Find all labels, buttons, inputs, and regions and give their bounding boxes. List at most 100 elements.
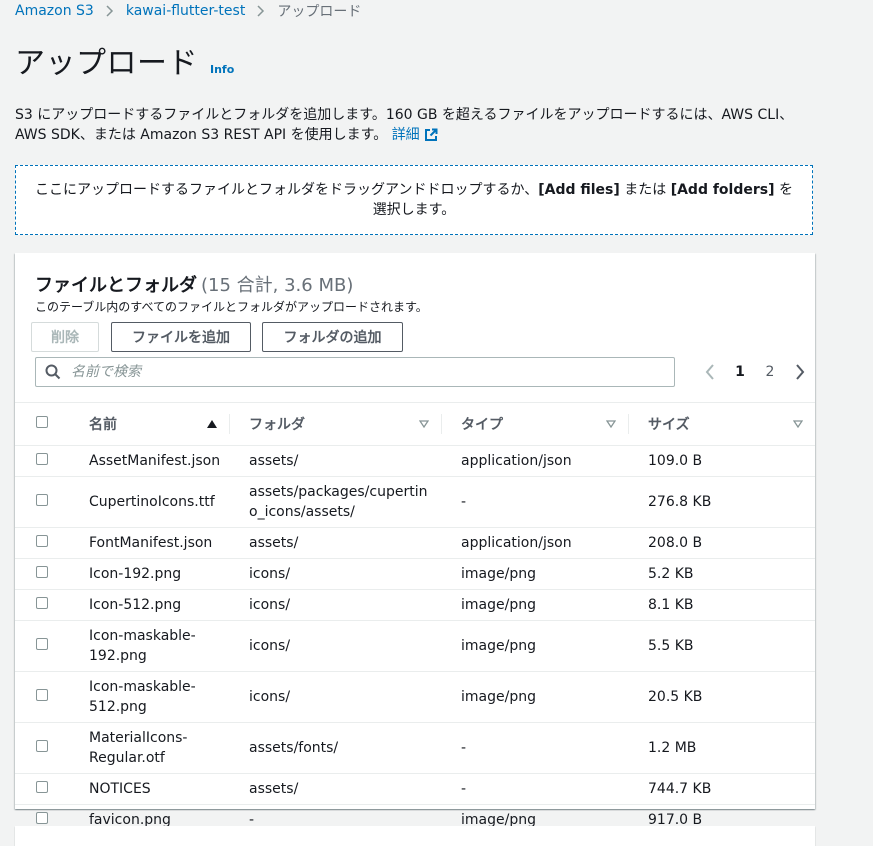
row-checkbox[interactable] — [36, 494, 48, 506]
row-select-cell — [15, 527, 89, 559]
select-all-cell — [15, 402, 89, 446]
table-row[interactable]: Icon-192.png icons/image/png 5.2 KB — [15, 558, 815, 590]
table-row[interactable]: CupertinoIcons.ttf assets/packages/cupert… — [15, 476, 815, 528]
row-select-cell — [15, 671, 89, 723]
row-select-cell — [15, 558, 89, 590]
column-header-size[interactable]: サイズ — [628, 402, 815, 446]
chevron-right-icon — [257, 5, 265, 17]
drop-zone-add-files: [Add files] — [538, 182, 620, 198]
next-page-button[interactable] — [785, 364, 815, 380]
drop-zone-text-before: ここにアップロードするファイルとフォルダをドラッグアンドドロップするか、 — [35, 182, 539, 198]
drop-zone-text-middle: または — [619, 182, 671, 198]
breadcrumb-current: アップロード — [277, 4, 362, 20]
info-link[interactable]: Info — [210, 63, 234, 76]
table-row[interactable]: NOTICES assets/ - 744.7 KB — [15, 773, 815, 805]
pagination: 1 2 — [695, 362, 815, 382]
file-size: 20.5 KB — [648, 689, 703, 705]
file-folder: assets/fonts/ — [249, 740, 339, 756]
table-row[interactable]: AssetManifest.json assets/application/jso… — [15, 445, 815, 477]
table-row[interactable]: Icon-maskable-192.png icons/image/png 5.5 … — [15, 620, 815, 672]
column-name-label: 名前 — [89, 417, 117, 433]
file-name: Icon-512.png — [89, 597, 182, 613]
file-folder: icons/ — [249, 689, 291, 705]
table-header-row: 名前 フォルダ タイプ サイズ — [15, 402, 815, 446]
file-name: CupertinoIcons.ttf — [89, 494, 215, 510]
file-name: FontManifest.json — [89, 535, 213, 551]
row-checkbox[interactable] — [36, 638, 48, 650]
file-size: 276.8 KB — [648, 494, 712, 510]
page-1-button[interactable]: 1 — [725, 364, 755, 380]
breadcrumb-bucket[interactable]: kawai-flutter-test — [126, 3, 246, 19]
file-folder-cell: assets/fonts/ — [229, 722, 441, 774]
row-select-cell — [15, 773, 89, 805]
breadcrumb-amazon-s3[interactable]: Amazon S3 — [15, 3, 94, 19]
file-size: 5.2 KB — [648, 566, 694, 582]
panel-title-text: ファイルとフォルダ — [35, 275, 197, 296]
delete-button[interactable]: 削除 — [31, 322, 99, 352]
previous-page-button[interactable] — [695, 364, 725, 380]
file-type: application/json — [461, 535, 572, 551]
file-type: image/png — [461, 689, 536, 705]
page-header: アップロード Info — [15, 44, 234, 84]
file-type-cell: - — [441, 722, 628, 774]
sort-icon — [606, 420, 616, 428]
file-folder: icons/ — [249, 566, 291, 582]
file-type: - — [461, 740, 467, 756]
file-name: Icon-192.png — [89, 566, 182, 582]
learn-more-link[interactable]: 詳細 — [392, 127, 438, 143]
table-row[interactable]: MaterialIcons-Regular.otf assets/fonts/ - 1… — [15, 722, 815, 774]
file-name-cell: AssetManifest.json — [89, 445, 229, 477]
file-folder-cell: icons/ — [229, 558, 441, 590]
file-size: 8.1 KB — [648, 597, 694, 613]
file-type-cell: - — [441, 773, 628, 805]
select-all-checkbox[interactable] — [36, 416, 48, 428]
add-folder-button[interactable]: フォルダの追加 — [262, 322, 403, 352]
row-checkbox[interactable] — [36, 740, 48, 752]
file-count: (15 合計, 3.6 MB) — [201, 275, 354, 296]
file-size-cell: 276.8 KB — [628, 476, 815, 528]
table-row[interactable]: Icon-maskable-512.png icons/image/png 20.5… — [15, 671, 815, 723]
row-checkbox[interactable] — [36, 812, 48, 824]
file-size-cell: 208.0 B — [628, 527, 815, 559]
file-name-cell: FontManifest.json — [89, 527, 229, 559]
row-checkbox[interactable] — [36, 453, 48, 465]
file-size-cell: 20.5 KB — [628, 671, 815, 723]
file-folder: icons/ — [249, 597, 291, 613]
row-checkbox[interactable] — [36, 566, 48, 578]
row-checkbox[interactable] — [36, 781, 48, 793]
drop-zone-add-folders: [Add folders] — [670, 182, 775, 198]
search-icon — [45, 364, 61, 380]
column-type-label: タイプ — [461, 417, 503, 433]
file-folder-cell: icons/ — [229, 589, 441, 621]
column-size-label: サイズ — [648, 417, 690, 433]
add-files-button[interactable]: ファイルを追加 — [111, 322, 251, 352]
file-size: 1.2 MB — [648, 740, 697, 756]
row-select-cell — [15, 476, 89, 528]
page-description: S3 にアップロードするファイルとフォルダを追加します。160 GB を超えるフ… — [15, 105, 815, 148]
drop-zone-text: ここにアップロードするファイルとフォルダをドラッグアンドドロップするか、[Add… — [32, 180, 796, 220]
file-folder: assets/ — [249, 453, 299, 469]
sort-icon — [419, 420, 429, 428]
external-link-icon — [424, 128, 438, 148]
file-size-cell: 5.2 KB — [628, 558, 815, 590]
file-name-cell: Icon-512.png — [89, 589, 229, 621]
row-select-cell — [15, 445, 89, 477]
file-type-cell: image/png — [441, 589, 628, 621]
file-type: - — [461, 494, 467, 510]
files-panel: ファイルとフォルダ (15 合計, 3.6 MB) このテーブル内のすべてのファイ… — [15, 253, 815, 836]
page-2-button[interactable]: 2 — [755, 364, 785, 380]
row-checkbox[interactable] — [36, 597, 48, 609]
search-input[interactable] — [69, 363, 633, 381]
row-checkbox[interactable] — [36, 689, 48, 701]
file-size-cell: 109.0 B — [628, 445, 815, 477]
column-header-name[interactable]: 名前 — [89, 402, 229, 446]
table-row[interactable]: Icon-512.png icons/image/png 8.1 KB — [15, 589, 815, 621]
column-header-folder[interactable]: フォルダ — [229, 402, 441, 446]
table-row[interactable]: FontManifest.json assets/application/json… — [15, 527, 815, 559]
sort-ascending-icon — [207, 420, 217, 428]
drop-zone[interactable]: ここにアップロードするファイルとフォルダをドラッグアンドドロップするか、[Add… — [15, 165, 813, 235]
search-box — [35, 357, 675, 387]
column-header-type[interactable]: タイプ — [441, 402, 628, 446]
row-checkbox[interactable] — [36, 535, 48, 547]
file-folder-cell: icons/ — [229, 671, 441, 723]
